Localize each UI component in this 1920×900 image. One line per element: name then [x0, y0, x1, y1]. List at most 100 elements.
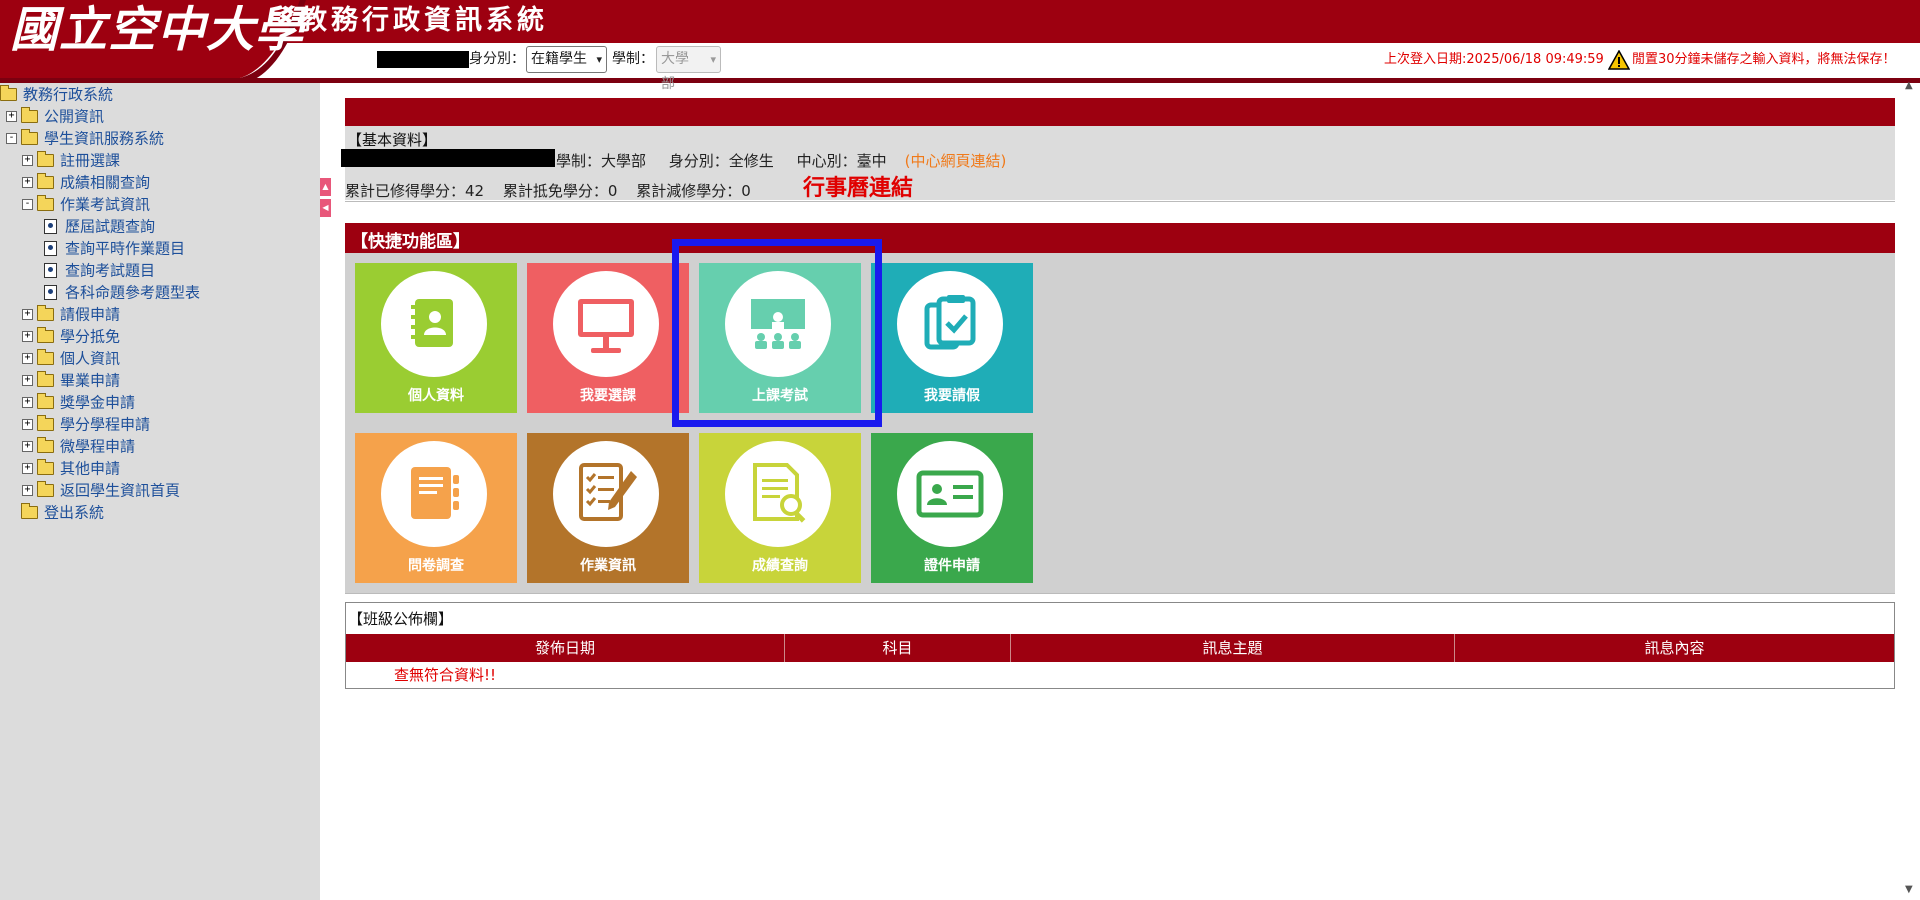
sidebar-item[interactable]: + 公開資訊: [6, 105, 104, 127]
sidebar-item[interactable]: + 學分學程申請: [22, 413, 150, 435]
sidebar-item[interactable]: + 請假申請: [22, 303, 120, 325]
sidebar-item[interactable]: + 個人資訊: [22, 347, 120, 369]
school-select-value: 大學部: [661, 51, 689, 92]
sidebar-item-label: 成績相關查詢: [60, 173, 151, 192]
tile-grade-inquiry[interactable]: 成績查詢: [699, 433, 861, 583]
sidebar-item[interactable]: + 註冊選課: [22, 149, 120, 171]
collapse-up-icon[interactable]: ▲: [320, 178, 331, 196]
quick-functions-panel: 個人資料 我要選課 上課考試 我要請假 問卷調查 作業資訊 成績查詢 證件申請: [345, 253, 1895, 593]
expand-icon[interactable]: +: [22, 485, 33, 496]
expand-icon[interactable]: +: [22, 309, 33, 320]
expand-icon[interactable]: +: [22, 397, 33, 408]
identity-text: 身分別：全修生: [668, 152, 774, 170]
credits-reduced: 累計減修學分：0: [636, 182, 751, 200]
tile-circle: [897, 441, 1003, 547]
tile-label: 作業資訊: [580, 558, 636, 574]
warning-icon: [1608, 50, 1630, 70]
redacted-student-info: [341, 149, 555, 167]
tile-circle: [553, 271, 659, 377]
collapse-icon[interactable]: -: [6, 133, 17, 144]
calendar-link[interactable]: 行事曆連結: [803, 170, 913, 202]
folder-icon: [37, 305, 54, 321]
sidebar-item-label: 微學程申請: [60, 437, 136, 456]
sidebar-item[interactable]: + 學分抵免: [22, 325, 120, 347]
sidebar-item-label: 作業考試資訊: [60, 195, 151, 214]
tile-label: 證件申請: [924, 558, 980, 574]
tile-course-selection[interactable]: 我要選課: [527, 263, 689, 413]
school-label: 學制：: [612, 51, 654, 67]
expand-icon[interactable]: +: [22, 155, 33, 166]
sidebar-item[interactable]: + 畢業申請: [22, 369, 120, 391]
folder-icon: [37, 173, 54, 189]
folder-icon: [0, 85, 17, 101]
tile-homework-info[interactable]: 作業資訊: [527, 433, 689, 583]
sidebar-item-label: 其他申請: [60, 459, 121, 478]
folder-icon: [21, 107, 38, 123]
header: 國立空中大學 教務行政資訊系統 身分別： 在籍學生 ▾ 學制： 大學部 ▾ 上次…: [0, 0, 1920, 92]
sidebar-item[interactable]: + 微學程申請: [22, 435, 135, 457]
sidebar-collapse-tabs: ▲ ◀: [320, 178, 332, 220]
identity-label: 身分別：: [469, 51, 525, 67]
sidebar-item-label: 獎學金申請: [60, 393, 136, 412]
tile-label: 問卷調查: [408, 558, 464, 574]
address-book-icon: [411, 299, 453, 347]
expand-icon[interactable]: +: [22, 177, 33, 188]
credits-waived: 累計抵免學分：0: [502, 182, 618, 200]
tile-personal-data[interactable]: 個人資料: [355, 263, 517, 413]
tile-label: 個人資料: [408, 388, 464, 404]
redacted-student-name: [377, 51, 469, 68]
sidebar: 教務行政系統 + 公開資訊 - 學生資訊服務系統 + 註冊選課 + 成績相關查詢 - 作業考試資訊歷…: [0, 83, 320, 900]
expand-icon[interactable]: +: [6, 111, 17, 122]
sidebar-item-label: 畢業申請: [60, 371, 121, 390]
column-header-content: 訊息內容: [1644, 639, 1705, 657]
tile-circle: [381, 441, 487, 547]
sidebar-item-label: 學分抵免: [60, 327, 121, 346]
tile-certificate-request[interactable]: 證件申請: [871, 433, 1033, 583]
idle-warning-text: 閒置30分鐘未儲存之輸入資料，將無法保存！: [1632, 52, 1896, 67]
quick-functions-title: 【快捷功能區】: [351, 232, 470, 252]
document-search-icon: [753, 463, 806, 523]
sidebar-item[interactable]: + 返回學生資訊首頁: [22, 479, 180, 501]
announcement-table-header: 發佈日期 科目 訊息主題 訊息內容: [346, 634, 1894, 662]
expand-icon[interactable]: +: [22, 463, 33, 474]
sidebar-item-label: 查詢考試題目: [65, 261, 156, 280]
credits-earned: 累計已修得學分：42: [345, 182, 485, 200]
collapse-icon[interactable]: -: [22, 199, 33, 210]
center-webpage-link[interactable]: (中心網頁連結): [905, 152, 1007, 170]
expand-icon[interactable]: +: [22, 353, 33, 364]
identity-select-value: 在籍學生: [531, 51, 587, 67]
folder-icon: [37, 393, 54, 409]
scroll-down-arrow-icon[interactable]: ▼: [1905, 884, 1913, 895]
sidebar-item[interactable]: - 作業考試資訊: [22, 193, 150, 215]
chevron-down-icon: ▾: [596, 53, 602, 66]
scroll-up-arrow-icon[interactable]: ▲: [1905, 80, 1913, 91]
sidebar-item[interactable]: + 獎學金申請: [22, 391, 135, 413]
folder-icon: [37, 349, 54, 365]
sidebar-item-label: 註冊選課: [60, 151, 121, 170]
expand-icon[interactable]: +: [22, 419, 33, 430]
identity-select[interactable]: 在籍學生 ▾: [526, 46, 607, 73]
folder-icon: [37, 437, 54, 453]
collapse-left-icon[interactable]: ◀: [320, 199, 331, 217]
chevron-down-icon: ▾: [710, 53, 716, 66]
sidebar-item[interactable]: + 其他申請: [22, 457, 120, 479]
sidebar-item[interactable]: + 成績相關查詢: [22, 171, 150, 193]
expand-icon[interactable]: +: [22, 331, 33, 342]
sidebar-item-label: 歷屆試題查詢: [65, 217, 156, 236]
last-login-text: 上次登入日期:2025/06/18 09:49:59: [1384, 52, 1604, 67]
sidebar-item[interactable]: 查詢考試題目: [44, 259, 155, 281]
sidebar-item[interactable]: 登出系統: [6, 501, 104, 523]
tile-leave-request[interactable]: 我要請假: [871, 263, 1033, 413]
sidebar-item[interactable]: - 學生資訊服務系統: [6, 127, 164, 149]
divider: [345, 593, 1895, 594]
folder-icon: [37, 327, 54, 343]
sidebar-item-label: 請假申請: [60, 305, 121, 324]
expand-icon[interactable]: +: [22, 441, 33, 452]
folder-icon: [37, 415, 54, 431]
sidebar-item[interactable]: 歷屆試題查詢: [44, 215, 155, 237]
tile-survey[interactable]: 問卷調查: [355, 433, 517, 583]
sidebar-item[interactable]: 教務行政系統: [0, 83, 113, 105]
sidebar-item[interactable]: 各科命題參考題型表: [44, 281, 200, 303]
sidebar-item[interactable]: 查詢平時作業題目: [44, 237, 185, 259]
expand-icon[interactable]: +: [22, 375, 33, 386]
